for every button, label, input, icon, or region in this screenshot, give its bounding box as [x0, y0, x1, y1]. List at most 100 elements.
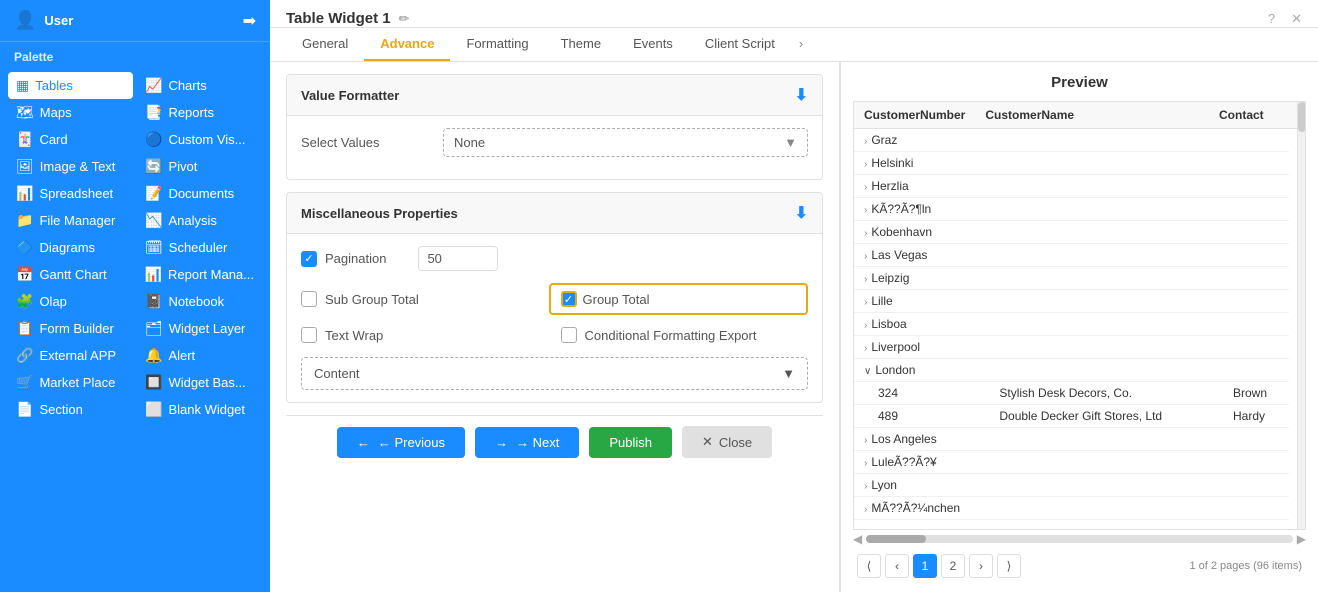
- scroll-left-icon[interactable]: ◀: [853, 532, 862, 546]
- sidebar-item-pivot[interactable]: 🔄 Pivot: [137, 153, 262, 180]
- sidebar-item-report-mana[interactable]: 📊 Report Mana...: [137, 261, 262, 288]
- table-row: ›Herzlia: [854, 175, 1297, 198]
- col-contact: Contact: [1209, 102, 1289, 129]
- tabs-bar: General Advance Formatting Theme Events …: [270, 28, 1318, 62]
- sidebar-item-tables-label: Tables: [35, 78, 73, 93]
- sidebar-item-charts[interactable]: 📈 Charts: [137, 72, 262, 99]
- text-wrap-checkbox[interactable]: [301, 327, 317, 343]
- preview-panel: Preview CustomerNumber CustomerName Cont…: [841, 62, 1318, 592]
- select-values-dropdown[interactable]: None ▼: [443, 128, 808, 157]
- page-next-btn[interactable]: ›: [969, 554, 993, 578]
- value-formatter-collapse-icon[interactable]: ⬇: [795, 85, 808, 105]
- scroll-right-icon[interactable]: ▶: [1297, 532, 1306, 546]
- sidebar-item-pivot-label: Pivot: [168, 159, 197, 174]
- h-scroll-thumb[interactable]: [866, 535, 926, 543]
- close-window-icon[interactable]: ✕: [1291, 11, 1302, 27]
- group-cell: ›Liverpool: [854, 336, 1289, 359]
- tab-theme[interactable]: Theme: [545, 28, 617, 61]
- sidebar-exit-icon[interactable]: ➡: [243, 11, 256, 31]
- tab-client-script[interactable]: Client Script: [689, 28, 791, 61]
- select-values-value: None: [454, 135, 485, 150]
- widget-bas-icon: 🔲: [145, 374, 162, 391]
- pivot-icon: 🔄: [145, 158, 162, 175]
- sidebar-item-analysis[interactable]: 📉 Analysis: [137, 207, 262, 234]
- sidebar-item-market-place[interactable]: 🛒 Market Place: [8, 369, 133, 396]
- sidebar-item-widget-bas[interactable]: 🔲 Widget Bas...: [137, 369, 262, 396]
- misc-properties-collapse-icon[interactable]: ⬇: [795, 203, 808, 223]
- sidebar-item-charts-label: Charts: [168, 78, 206, 93]
- sidebar-row-market-place: 🛒 Market Place 🔲 Widget Bas...: [8, 369, 262, 396]
- col-customer-number: CustomerNumber: [854, 102, 975, 129]
- text-wrap-label: Text Wrap: [325, 328, 383, 343]
- sub-group-total-checkbox[interactable]: [301, 291, 317, 307]
- sidebar-item-external-app-label: External APP: [39, 348, 116, 363]
- next-button[interactable]: → → Next: [475, 427, 579, 458]
- sidebar-item-section[interactable]: 📄 Section: [8, 396, 133, 423]
- previous-button[interactable]: ← ← Previous: [337, 427, 465, 458]
- page-last-btn[interactable]: ⟩: [997, 554, 1021, 578]
- tab-more-icon[interactable]: ›: [791, 28, 811, 61]
- page-title: Table Widget 1: [286, 10, 391, 27]
- image-text-icon: 🖼: [16, 158, 34, 175]
- preview-table: CustomerNumber CustomerName Contact ›Gra…: [854, 102, 1297, 520]
- sidebar-item-spreadsheet[interactable]: 📊 Spreadsheet: [8, 180, 133, 207]
- sidebar-item-blank-widget[interactable]: ⬜ Blank Widget: [137, 396, 262, 423]
- sidebar-item-custom-vis[interactable]: 🔵 Custom Vis...: [137, 126, 262, 153]
- close-button[interactable]: ✕ Close: [682, 426, 772, 458]
- sidebar-row-gantt: 📅 Gantt Chart 📊 Report Mana...: [8, 261, 262, 288]
- sidebar-item-gantt[interactable]: 📅 Gantt Chart: [8, 261, 133, 288]
- table-row: ›Los Angeles: [854, 428, 1297, 451]
- blank-widget-icon: ⬜: [145, 401, 162, 418]
- table-row: ∨London: [854, 359, 1297, 382]
- sidebar-item-maps[interactable]: 🗺 Maps: [8, 99, 133, 126]
- sidebar-item-file-manager[interactable]: 📁 File Manager: [8, 207, 133, 234]
- custom-vis-icon: 🔵: [145, 131, 162, 148]
- value-formatter-header: Value Formatter ⬇: [287, 75, 822, 116]
- alert-icon: 🔔: [145, 347, 162, 364]
- group-total-checkbox[interactable]: ✓: [561, 291, 577, 307]
- content-dropdown[interactable]: Content ▼: [301, 357, 808, 390]
- tab-formatting[interactable]: Formatting: [450, 28, 544, 61]
- conditional-formatting-checkbox[interactable]: [561, 327, 577, 343]
- sidebar-row-maps: 🗺 Maps 📑 Reports: [8, 99, 262, 126]
- sidebar-item-reports[interactable]: 📑 Reports: [137, 99, 262, 126]
- table-row: ›Leipzig: [854, 267, 1297, 290]
- sidebar-item-documents-label: Documents: [168, 186, 234, 201]
- sidebar-item-widget-layer[interactable]: 🗂 Widget Layer: [137, 315, 262, 342]
- contact-cell: Hardy: [1209, 405, 1289, 428]
- sidebar-item-documents[interactable]: 📝 Documents: [137, 180, 262, 207]
- tab-advance[interactable]: Advance: [364, 28, 450, 61]
- analysis-icon: 📉: [145, 212, 162, 229]
- sidebar-item-tables[interactable]: ▦ Tables: [8, 72, 133, 99]
- sidebar: 👤 User ➡ Palette ▦ Tables 📈 Charts 🗺 Map…: [0, 0, 270, 592]
- sidebar-item-notebook[interactable]: 📓 Notebook: [137, 288, 262, 315]
- help-icon[interactable]: ?: [1268, 11, 1275, 26]
- sidebar-row-olap: 🧩 Olap 📓 Notebook: [8, 288, 262, 315]
- sidebar-item-image-text[interactable]: 🖼 Image & Text: [8, 153, 133, 180]
- tab-general[interactable]: General: [286, 28, 364, 61]
- preview-scroll-area[interactable]: CustomerNumber CustomerName Contact ›Gra…: [854, 102, 1297, 529]
- edit-title-icon[interactable]: ✏: [399, 11, 410, 27]
- sidebar-item-scheduler[interactable]: 🗓 Scheduler: [137, 234, 262, 261]
- publish-button[interactable]: Publish: [589, 427, 672, 458]
- page-1-btn[interactable]: 1: [913, 554, 937, 578]
- sidebar-item-alert[interactable]: 🔔 Alert: [137, 342, 262, 369]
- pagination-bar: ⟨ ‹ 1 2 › ⟩ 1 of 2 pages (96 items): [853, 548, 1306, 580]
- content-area: Value Formatter ⬇ Select Values None ▼: [270, 62, 1318, 592]
- page-prev-btn[interactable]: ‹: [885, 554, 909, 578]
- user-icon: 👤: [14, 10, 36, 31]
- spreadsheet-icon: 📊: [16, 185, 33, 202]
- group-cell: ›KÃ??Ã?¶ln: [854, 198, 1289, 221]
- sidebar-item-form-builder[interactable]: 📋 Form Builder: [8, 315, 133, 342]
- page-2-btn[interactable]: 2: [941, 554, 965, 578]
- sidebar-item-external-app[interactable]: 🔗 External APP: [8, 342, 133, 369]
- sidebar-item-card[interactable]: 🃏 Card: [8, 126, 133, 153]
- sidebar-item-olap[interactable]: 🧩 Olap: [8, 288, 133, 315]
- tab-events[interactable]: Events: [617, 28, 689, 61]
- pagination-value-input[interactable]: [418, 246, 498, 271]
- page-first-btn[interactable]: ⟨: [857, 554, 881, 578]
- pagination-checkbox[interactable]: ✓: [301, 251, 317, 267]
- sidebar-row-tables: ▦ Tables 📈 Charts: [8, 72, 262, 99]
- sidebar-item-diagrams[interactable]: 🔷 Diagrams: [8, 234, 133, 261]
- right-scrollbar[interactable]: [1297, 102, 1305, 529]
